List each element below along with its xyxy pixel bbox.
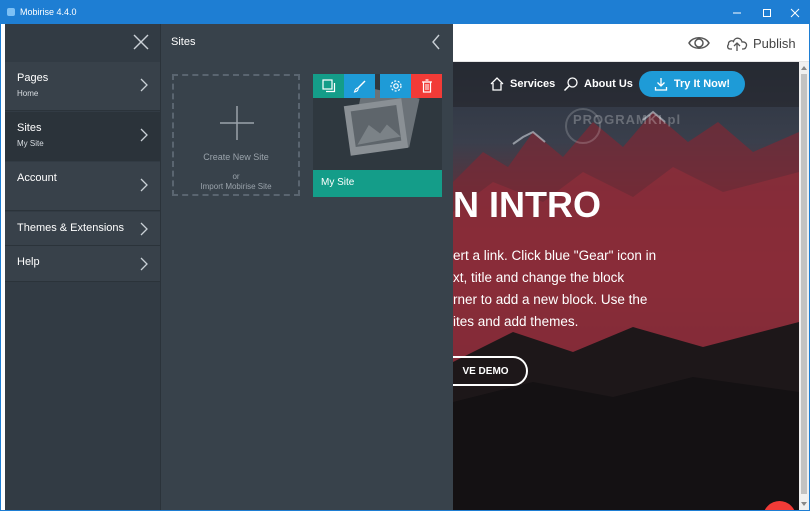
close-window-button[interactable] bbox=[781, 1, 809, 24]
menu-item-help[interactable]: Help bbox=[5, 246, 160, 282]
minimize-button[interactable] bbox=[723, 1, 751, 24]
duplicate-icon bbox=[321, 79, 335, 93]
menu-item-sub: My Site bbox=[17, 139, 44, 148]
window-title: Mobirise 4.4.0 bbox=[20, 7, 77, 17]
create-new-site-label: Create New Site bbox=[203, 152, 269, 162]
nav-about-label: About Us bbox=[584, 78, 633, 90]
menu-item-label: Help bbox=[17, 256, 40, 268]
chevron-left-icon[interactable] bbox=[431, 34, 441, 50]
editor-toolbar: Publish bbox=[453, 24, 809, 62]
hero-paragraph-line: rner to add a new block. Use the bbox=[453, 292, 648, 307]
menu-item-sites[interactable]: Sites My Site bbox=[5, 112, 160, 161]
site-card-my-site[interactable]: My Site bbox=[313, 74, 442, 197]
home-icon bbox=[490, 77, 504, 91]
brush-icon bbox=[353, 80, 365, 93]
gear-icon bbox=[389, 80, 402, 92]
close-menu-icon[interactable] bbox=[132, 33, 150, 51]
side-menu: Pages Home Sites My Site Account Themes … bbox=[5, 24, 160, 510]
menu-item-pages[interactable]: Pages Home bbox=[5, 62, 160, 111]
preview-eye-icon[interactable] bbox=[687, 32, 711, 54]
publish-label: Publish bbox=[753, 35, 796, 51]
try-it-now-button[interactable]: Try It Now! bbox=[639, 71, 745, 97]
nav-services-label: Services bbox=[510, 78, 556, 90]
menu-header bbox=[5, 24, 160, 62]
hero-paragraph-line: ites and add themes. bbox=[453, 314, 579, 329]
plus-icon bbox=[220, 106, 254, 140]
minimize-icon bbox=[733, 12, 741, 13]
try-it-now-label: Try It Now! bbox=[673, 78, 731, 90]
search-icon bbox=[563, 77, 578, 92]
nav-services-link[interactable]: Services bbox=[489, 74, 555, 94]
hero-paragraph: ert a link. Click blue "Gear" icon in xt… bbox=[453, 245, 799, 333]
hero-headline: N INTRO bbox=[453, 184, 601, 225]
maximize-button[interactable] bbox=[753, 1, 781, 24]
menu-item-account[interactable]: Account bbox=[5, 162, 160, 211]
site-navbar: Services About Us Try It Now! bbox=[453, 62, 799, 107]
sites-panel-title: Sites bbox=[171, 36, 196, 48]
sites-panel: Sites Create New Site or Import Mobirise… bbox=[160, 24, 453, 510]
hero-section[interactable]: Services About Us Try It Now! PROGRAMKI.… bbox=[453, 62, 799, 510]
menu-item-sub: Home bbox=[17, 89, 39, 98]
hero-paragraph-line: ert a link. Click blue "Gear" icon in bbox=[453, 248, 657, 263]
menu-item-themes[interactable]: Themes & Extensions bbox=[5, 212, 160, 246]
duplicate-site-button[interactable] bbox=[313, 74, 344, 98]
cloud-upload-icon bbox=[727, 37, 748, 51]
menu-item-label: Pages bbox=[17, 72, 49, 84]
site-settings-button[interactable] bbox=[380, 74, 411, 98]
site-card-footer: My Site bbox=[313, 170, 442, 197]
scroll-up-icon[interactable] bbox=[800, 64, 808, 72]
create-new-site-card[interactable]: Create New Site or Import Mobirise Site bbox=[172, 74, 300, 196]
site-name: My Site bbox=[321, 177, 355, 188]
preview-scrollbar[interactable] bbox=[799, 62, 809, 510]
chevron-right-icon bbox=[140, 178, 148, 192]
import-site-link[interactable]: Import Mobirise Site bbox=[174, 182, 298, 191]
page-preview: Publish Services About Us Try It Now! PR… bbox=[453, 24, 809, 510]
delete-site-button[interactable] bbox=[411, 74, 442, 98]
scroll-thumb[interactable] bbox=[801, 74, 807, 494]
trash-icon bbox=[421, 79, 432, 93]
chevron-right-icon bbox=[140, 128, 148, 142]
download-icon bbox=[654, 78, 668, 91]
publish-button[interactable]: Publish bbox=[726, 32, 796, 54]
chevron-right-icon bbox=[140, 222, 148, 236]
close-icon bbox=[790, 8, 800, 17]
app-window: Mobirise 4.4.0 Publish Services About Us… bbox=[0, 0, 810, 511]
scroll-down-icon[interactable] bbox=[800, 500, 808, 508]
mobirise-logo-icon bbox=[7, 8, 15, 16]
live-demo-button[interactable]: VE DEMO bbox=[453, 356, 528, 386]
hero-paragraph-line: xt, title and change the block bbox=[453, 270, 625, 285]
menu-item-label: Themes & Extensions bbox=[17, 222, 124, 234]
nav-about-link[interactable]: About Us bbox=[563, 74, 633, 94]
watermark-text: PROGRAMKI.pl bbox=[573, 112, 682, 127]
chevron-right-icon bbox=[140, 78, 148, 92]
chevron-right-icon bbox=[140, 257, 148, 271]
or-label: or bbox=[232, 172, 240, 181]
maximize-icon bbox=[763, 8, 771, 17]
title-bar: Mobirise 4.4.0 bbox=[1, 1, 809, 24]
menu-item-label: Sites bbox=[17, 122, 42, 134]
edit-site-button[interactable] bbox=[344, 74, 375, 98]
menu-item-label: Account bbox=[17, 172, 57, 184]
